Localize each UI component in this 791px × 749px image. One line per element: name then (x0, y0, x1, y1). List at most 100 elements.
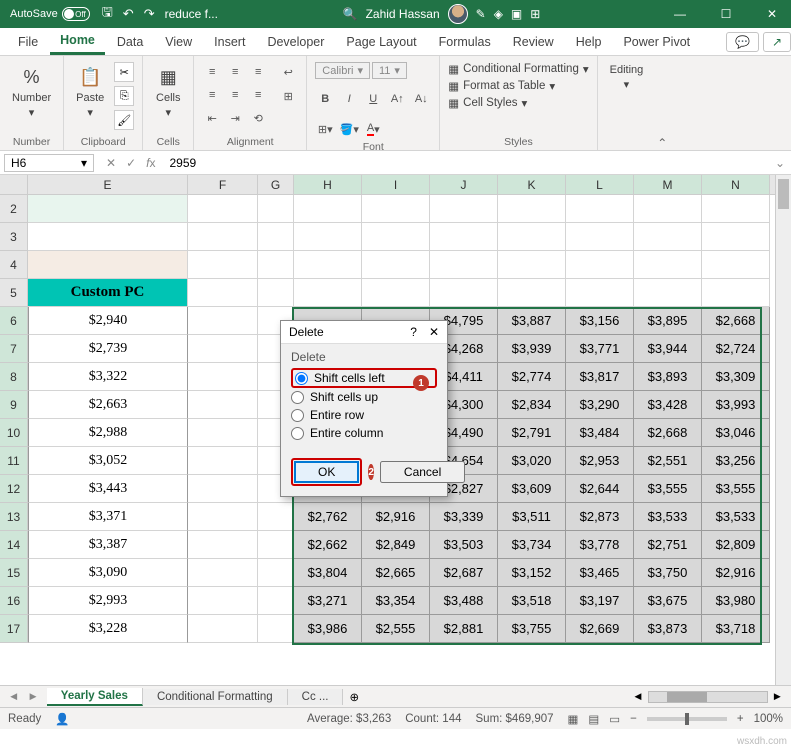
cell[interactable] (188, 251, 258, 279)
row-header[interactable]: 16 (0, 587, 28, 615)
fill-color-button[interactable]: 🪣▾ (339, 119, 359, 139)
cell[interactable] (258, 531, 294, 559)
cell[interactable]: $3,046 (702, 419, 770, 447)
decrease-indent-icon[interactable]: ⇤ (202, 108, 222, 128)
cell[interactable] (294, 195, 362, 223)
font-name-select[interactable]: Calibri▾ (315, 62, 370, 79)
cell[interactable]: $2,940 (28, 307, 188, 335)
column-header[interactable]: H (294, 175, 362, 194)
cell[interactable]: Custom PC (28, 279, 188, 307)
tab-help[interactable]: Help (566, 28, 612, 55)
cell[interactable] (430, 223, 498, 251)
cell[interactable] (188, 447, 258, 475)
cell[interactable] (430, 195, 498, 223)
cell[interactable]: $2,665 (362, 559, 430, 587)
zoom-level[interactable]: 100% (754, 713, 783, 725)
row-header[interactable]: 4 (0, 251, 28, 279)
cell[interactable] (258, 587, 294, 615)
tab-developer[interactable]: Developer (257, 28, 334, 55)
dialog-help-button[interactable]: ? (410, 325, 417, 339)
cell[interactable] (566, 251, 634, 279)
option-entire-row[interactable]: Entire row (291, 406, 437, 424)
row-header[interactable]: 10 (0, 419, 28, 447)
cell[interactable] (362, 251, 430, 279)
cell[interactable]: $3,817 (566, 363, 634, 391)
cell[interactable] (294, 223, 362, 251)
cell[interactable]: $3,271 (294, 587, 362, 615)
cell[interactable] (634, 223, 702, 251)
cell[interactable] (188, 615, 258, 643)
tab-page-layout[interactable]: Page Layout (336, 28, 426, 55)
minimize-icon[interactable]: — (665, 7, 695, 21)
cell[interactable] (702, 251, 770, 279)
cell[interactable] (702, 223, 770, 251)
cell[interactable]: $3,387 (28, 531, 188, 559)
cell[interactable] (28, 223, 188, 251)
row-header[interactable]: 5 (0, 279, 28, 307)
cell[interactable]: $2,916 (362, 503, 430, 531)
row-header[interactable]: 11 (0, 447, 28, 475)
cell[interactable]: $2,881 (430, 615, 498, 643)
column-header[interactable]: J (430, 175, 498, 194)
zoom-thumb[interactable] (685, 713, 689, 725)
cell[interactable]: $3,354 (362, 587, 430, 615)
cell[interactable] (634, 279, 702, 307)
cell[interactable]: $3,197 (566, 587, 634, 615)
cell[interactable] (258, 195, 294, 223)
hscroll-thumb[interactable] (667, 692, 707, 702)
cell[interactable] (362, 195, 430, 223)
cell[interactable] (258, 503, 294, 531)
tab-view[interactable]: View (155, 28, 202, 55)
cell[interactable]: $3,465 (566, 559, 634, 587)
cell[interactable] (566, 279, 634, 307)
cell[interactable] (258, 615, 294, 643)
cell[interactable]: $3,484 (566, 419, 634, 447)
row-header[interactable]: 7 (0, 335, 28, 363)
save-icon[interactable]: 🖫 (102, 3, 113, 25)
sheet-nav-prev-icon[interactable]: ◄ (8, 691, 19, 703)
paste-button[interactable]: 📋 Paste ▾ (72, 62, 108, 121)
column-header[interactable]: E (28, 175, 188, 194)
cell[interactable]: $2,551 (634, 447, 702, 475)
tab-review[interactable]: Review (503, 28, 564, 55)
cells-button[interactable]: ▦ Cells ▾ (151, 62, 185, 121)
cell[interactable]: $3,503 (430, 531, 498, 559)
scrollbar-thumb[interactable] (778, 179, 789, 209)
cell[interactable]: $3,718 (702, 615, 770, 643)
sheet-tab-conditional-formatting[interactable]: Conditional Formatting (143, 689, 288, 705)
cell[interactable] (28, 195, 188, 223)
tab-power-pivot[interactable]: Power Pivot (613, 28, 700, 55)
cell[interactable]: $3,980 (702, 587, 770, 615)
copy-button[interactable]: ⎘ (114, 86, 134, 106)
hscroll-left-icon[interactable]: ◄ (632, 691, 643, 703)
cell[interactable]: $3,771 (566, 335, 634, 363)
cell[interactable]: $2,644 (566, 475, 634, 503)
row-header[interactable]: 9 (0, 391, 28, 419)
cell[interactable]: $2,834 (498, 391, 566, 419)
tab-formulas[interactable]: Formulas (429, 28, 501, 55)
cell[interactable]: $3,371 (28, 503, 188, 531)
window-icon[interactable]: ⊞ (530, 7, 540, 21)
cell[interactable]: $2,916 (702, 559, 770, 587)
cell[interactable] (294, 279, 362, 307)
align-left-icon[interactable]: ≡ (202, 85, 222, 105)
cell[interactable]: $2,809 (702, 531, 770, 559)
column-header[interactable]: K (498, 175, 566, 194)
format-painter-button[interactable]: 🖌 (114, 110, 134, 130)
cell[interactable] (430, 251, 498, 279)
avatar[interactable] (448, 4, 468, 24)
column-header[interactable]: M (634, 175, 702, 194)
cell[interactable]: $2,993 (28, 587, 188, 615)
cell[interactable]: $3,052 (28, 447, 188, 475)
cell[interactable]: $2,663 (28, 391, 188, 419)
orientation-icon[interactable]: ⟲ (248, 108, 268, 128)
accessibility-icon[interactable]: 👤 (55, 712, 69, 726)
cell[interactable]: $3,533 (634, 503, 702, 531)
option-entire-column[interactable]: Entire column (291, 424, 437, 442)
vertical-scrollbar[interactable] (775, 175, 791, 685)
app-icon[interactable]: ▣ (511, 7, 522, 21)
share-button[interactable]: ↗ (763, 32, 791, 52)
cell[interactable] (258, 279, 294, 307)
cell[interactable]: $2,873 (566, 503, 634, 531)
cell[interactable] (188, 195, 258, 223)
